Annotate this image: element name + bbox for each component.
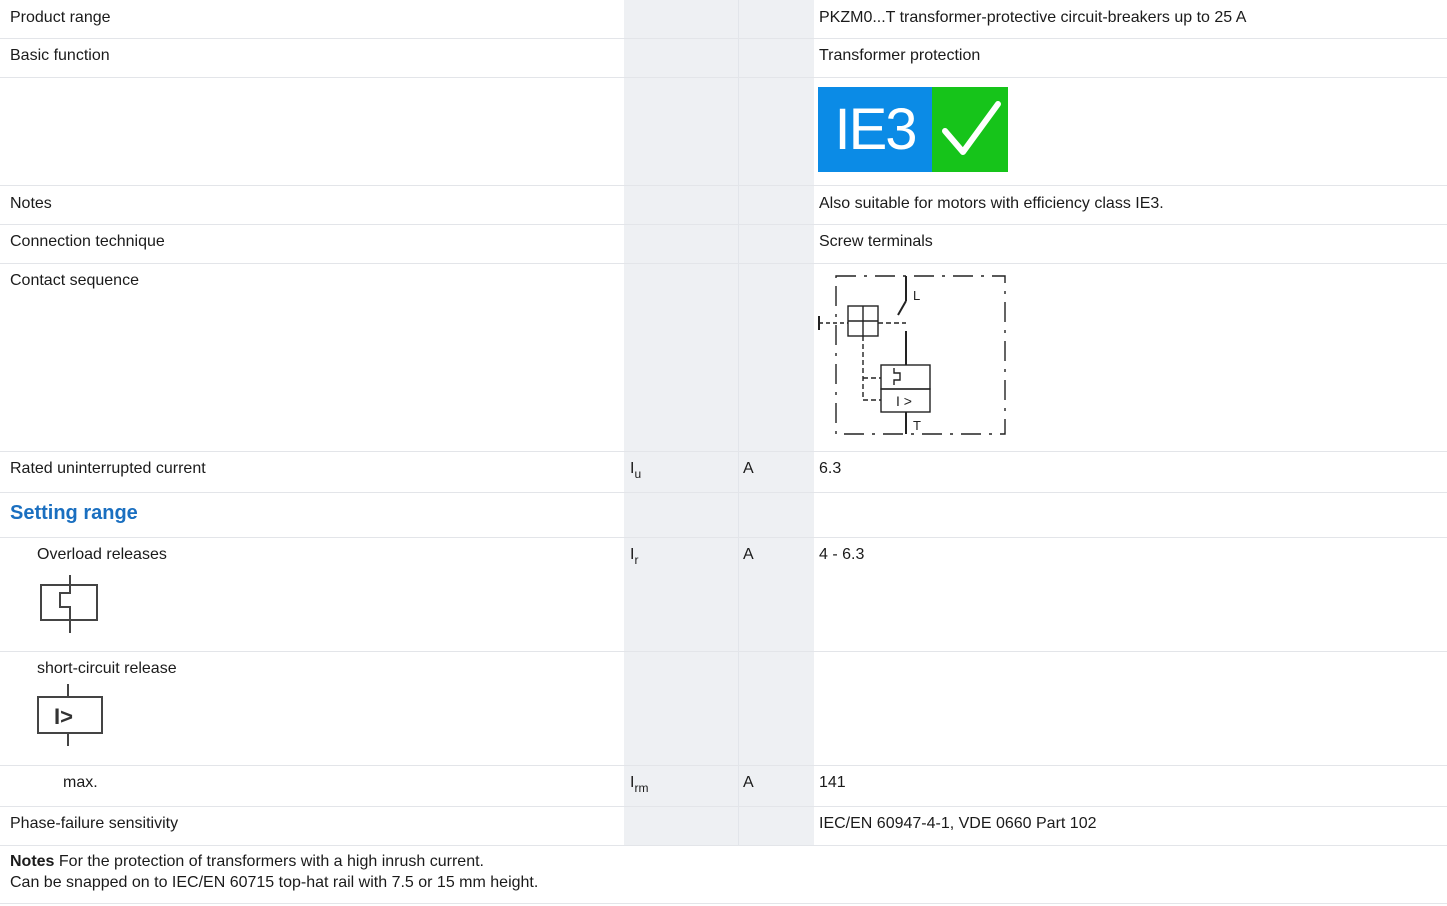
row-contact-sequence: Contact sequence L T I >: [0, 264, 1447, 452]
row-notes: Notes Also suitable for motors with effi…: [0, 186, 1447, 225]
diagram-label-l: L: [913, 288, 920, 303]
value-basic-function: Transformer protection: [819, 47, 981, 64]
unit-max: A: [743, 774, 754, 791]
label-phase-failure: Phase-failure sensitivity: [10, 815, 179, 832]
product-datasheet: Product range PKZM0...T transformer-prot…: [0, 0, 1447, 906]
symbol-iu: Iu: [630, 460, 642, 481]
row-product-range: Product range PKZM0...T transformer-prot…: [0, 0, 1447, 39]
diagram-label-release: I >: [896, 393, 912, 409]
row-short-circuit-release: short-circuit release I>: [0, 652, 1447, 766]
footer-notes-line2: Can be snapped on to IEC/EN 60715 top-ha…: [10, 874, 539, 891]
row-basic-function: Basic function Transformer protection: [0, 39, 1447, 78]
ie3-text: IE3: [818, 87, 932, 172]
symbol-irm: Irm: [630, 774, 649, 795]
label-contact-sequence: Contact sequence: [10, 272, 139, 289]
short-circuit-release-icon: I>: [37, 684, 103, 746]
label-short-circuit-release: short-circuit release: [37, 660, 177, 677]
row-ie3-badge: [0, 78, 1447, 186]
value-overload: 4 - 6.3: [819, 546, 865, 563]
contact-sequence-diagram: L T I >: [818, 275, 1006, 435]
value-product-range: PKZM0...T transformer-protective circuit…: [819, 9, 1247, 26]
label-connection-technique: Connection technique: [10, 233, 165, 250]
unit-overload: A: [743, 546, 754, 563]
value-phase-failure: IEC/EN 60947-4-1, VDE 0660 Part 102: [819, 815, 1097, 832]
section-title-setting-range: Setting range: [10, 502, 138, 524]
checkmark-icon: [932, 87, 1008, 172]
value-notes: Also suitable for motors with efficiency…: [819, 195, 1164, 212]
row-phase-failure-sensitivity: Phase-failure sensitivity IEC/EN 60947-4…: [0, 807, 1447, 846]
footer-notes: Notes For the protection of transformers…: [10, 851, 538, 893]
value-max: 141: [819, 774, 846, 791]
row-max: max. Irm A 141: [0, 766, 1447, 807]
label-product-range: Product range: [10, 9, 111, 26]
short-circuit-icon-text: I>: [54, 704, 73, 729]
label-notes: Notes: [10, 195, 52, 212]
unit-rated-current: A: [743, 460, 754, 477]
row-rated-uninterrupted-current: Rated uninterrupted current Iu A 6.3: [0, 452, 1447, 493]
footer-divider: [0, 903, 1447, 904]
ie3-badge: IE3: [818, 87, 1008, 172]
footer-notes-heading: Notes: [10, 853, 55, 870]
value-rated-current: 6.3: [819, 460, 842, 477]
row-overload-releases: Overload releases Ir A 4 - 6.3: [0, 538, 1447, 652]
label-max: max.: [63, 774, 98, 791]
symbol-ir: Ir: [630, 546, 639, 567]
value-connection-technique: Screw terminals: [819, 233, 933, 250]
row-setting-range: Setting range: [0, 493, 1447, 538]
label-rated-current: Rated uninterrupted current: [10, 460, 206, 477]
label-overload-releases: Overload releases: [37, 546, 167, 563]
row-connection-technique: Connection technique Screw terminals: [0, 225, 1447, 264]
label-basic-function: Basic function: [10, 47, 110, 64]
overload-release-icon: [40, 575, 98, 633]
diagram-label-t: T: [913, 418, 921, 433]
footer-notes-line1: For the protection of transformers with …: [58, 853, 484, 870]
